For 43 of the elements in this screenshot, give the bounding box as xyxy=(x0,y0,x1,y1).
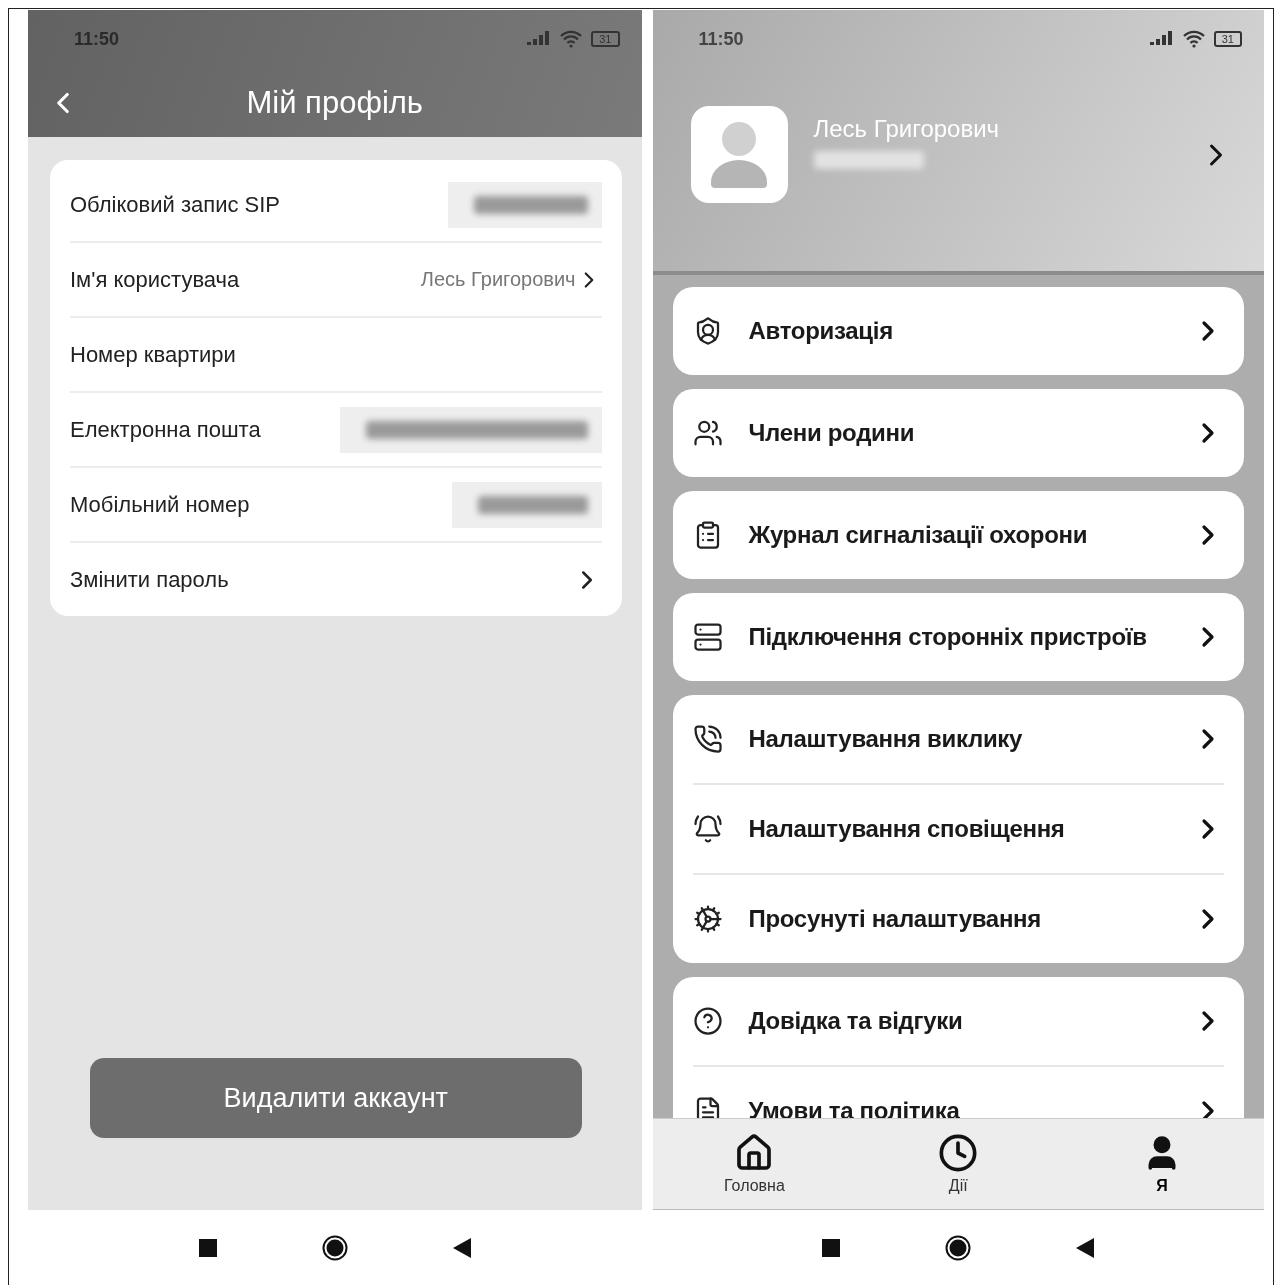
signal-icon xyxy=(1149,31,1174,47)
person-silhouette-icon xyxy=(709,121,769,188)
row-label: Електронна пошта xyxy=(70,416,262,443)
clock-icon xyxy=(938,1133,979,1173)
circle-nav-icon[interactable] xyxy=(321,1234,348,1261)
menu-item[interactable]: Журнал сигналізації охорони xyxy=(748,521,1166,549)
menu-item[interactable]: Налаштування сповіщення xyxy=(748,815,1166,843)
status-time: 11:50 xyxy=(74,28,121,50)
menu-item[interactable]: Довідка та відгуки xyxy=(748,1007,1166,1035)
row-label: Ім'я користувача xyxy=(70,266,241,293)
server-icon xyxy=(692,622,723,652)
battery-icon: 31 xyxy=(591,31,620,47)
profile-name: Лесь Григорович xyxy=(813,114,1001,143)
delete-account-button[interactable]: Видалити аккаунт xyxy=(90,1058,582,1138)
row-label: Обліковий запис SIP xyxy=(70,191,282,218)
row-value: Лесь Григорович xyxy=(420,268,576,291)
wifi-icon xyxy=(1181,30,1206,48)
square-nav-icon[interactable] xyxy=(198,1238,217,1257)
menu-item[interactable]: Налаштування виклику xyxy=(748,725,1166,753)
people-icon xyxy=(692,418,723,448)
tab[interactable]: Я xyxy=(1102,1119,1223,1209)
menu-item[interactable]: Просунуті налаштування xyxy=(748,905,1166,933)
row-label: Номер квартири xyxy=(70,341,237,368)
back-nav-icon[interactable] xyxy=(452,1237,471,1258)
battery-icon: 31 xyxy=(1213,31,1242,47)
wifi-icon xyxy=(559,30,584,48)
menu-item[interactable]: Підключення сторонніх пристроїв xyxy=(748,623,1166,651)
help-icon xyxy=(692,1006,723,1036)
menu-item[interactable]: Члени родини xyxy=(748,419,1166,447)
status-time: 11:50 xyxy=(698,28,745,50)
row-label: Мобільний номер xyxy=(70,491,251,518)
menu-item[interactable]: Авторизація xyxy=(748,317,1166,345)
gear-icon xyxy=(692,904,723,934)
page-title: Мій профіль xyxy=(246,84,423,121)
signal-icon xyxy=(527,31,552,47)
tab[interactable]: Головна xyxy=(694,1119,815,1209)
phone-icon xyxy=(692,724,723,754)
row-label: Змінити пароль xyxy=(70,566,230,593)
back-nav-icon[interactable] xyxy=(1076,1237,1095,1258)
tab[interactable]: Дії xyxy=(898,1119,1019,1209)
circle-nav-icon[interactable] xyxy=(945,1234,972,1261)
square-nav-icon[interactable] xyxy=(822,1238,841,1257)
bell-icon xyxy=(692,814,723,844)
